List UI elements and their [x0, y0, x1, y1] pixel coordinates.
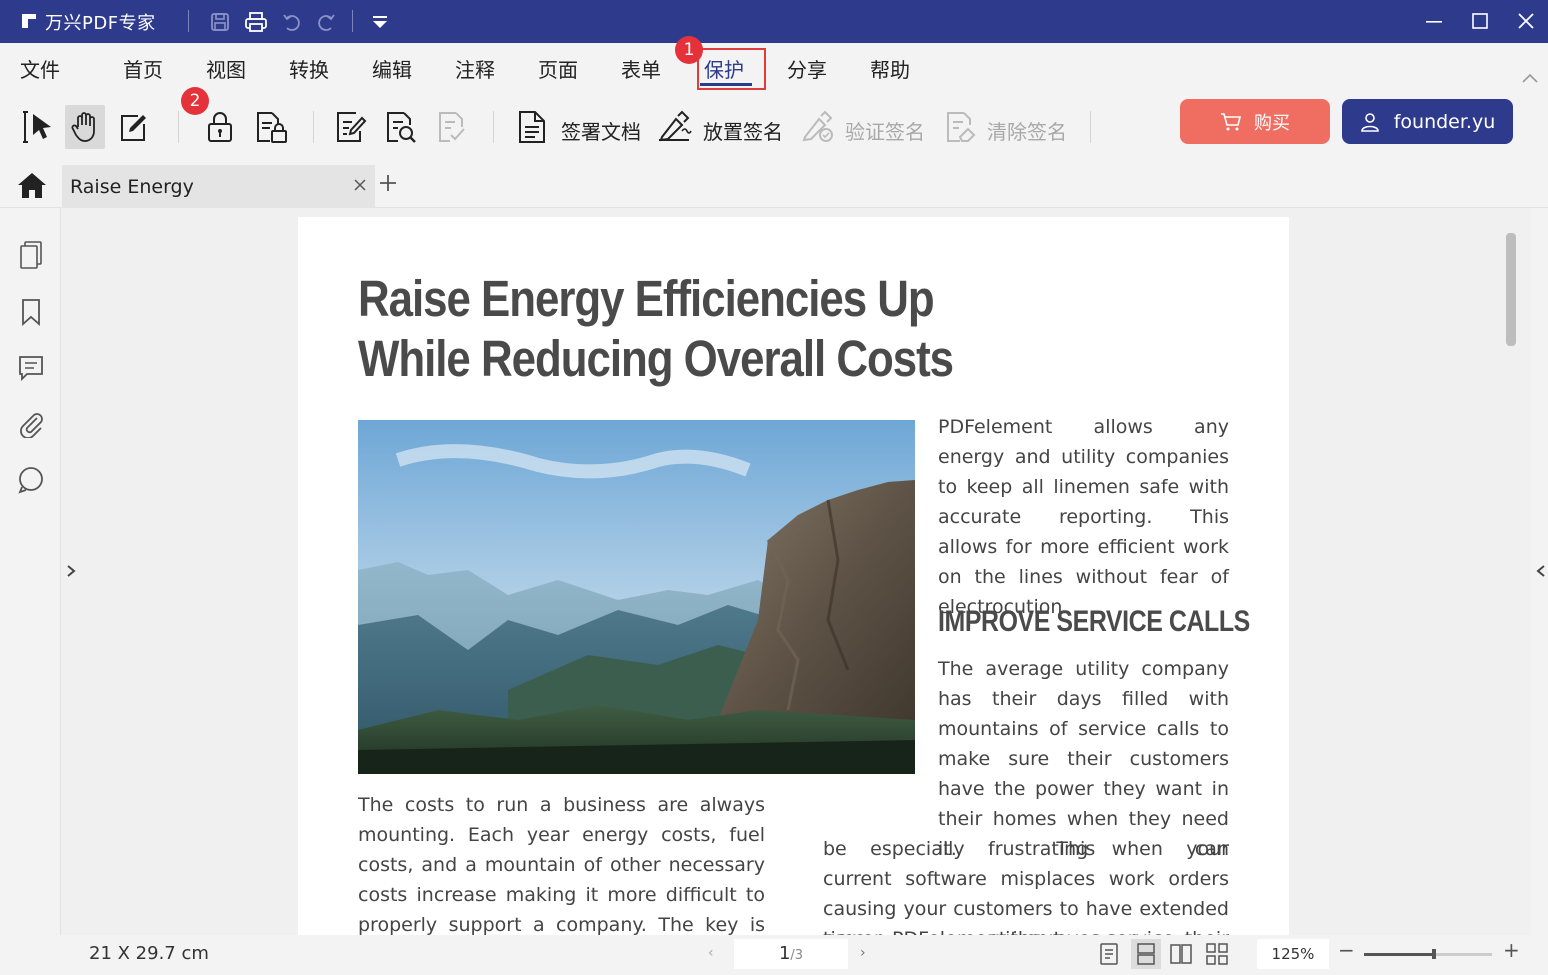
page-size-label: 21 X 29.7 cm — [89, 943, 209, 964]
password-protect-icon[interactable] — [200, 105, 240, 149]
collapse-ribbon-icon[interactable] — [1521, 69, 1539, 88]
zoom-in-button[interactable]: + — [1503, 938, 1520, 962]
prev-page-button[interactable]: ‹ — [708, 945, 714, 961]
close-window-button[interactable] — [1509, 6, 1543, 36]
menu-bar: 文件 首页 视图 转换 编辑 注释 页面 表单 保护 分享 帮助 — [0, 43, 1548, 91]
paragraph-service-calls-end: power. PDFelement improves service — [823, 924, 1229, 935]
zoom-level-input[interactable]: 125% — [1257, 939, 1329, 969]
menu-convert[interactable]: 转换 — [289, 54, 329, 83]
zoom-slider-thumb[interactable] — [1432, 949, 1436, 959]
expand-right-panel-icon[interactable] — [1535, 563, 1547, 583]
status-bar: 21 X 29.7 cm ‹ 1/3 › 125% − + — [0, 935, 1548, 975]
total-pages: /3 — [790, 948, 804, 963]
zoom-out-button[interactable]: − — [1338, 938, 1355, 962]
user-account-button[interactable]: founder.yu — [1342, 99, 1513, 144]
protect-highlight-box — [697, 48, 766, 90]
search-redact-icon[interactable] — [380, 105, 420, 149]
user-name: founder.yu — [1393, 110, 1496, 133]
verify-signature-icon[interactable] — [797, 105, 837, 149]
edit-tool-icon[interactable] — [113, 105, 153, 149]
thumbnails-icon[interactable] — [16, 240, 46, 270]
redact-icon[interactable] — [330, 105, 370, 149]
paragraph-intro: PDFelement allows any energy and utility… — [938, 416, 1229, 618]
app-logo-icon — [22, 14, 36, 28]
menu-page[interactable]: 页面 — [538, 54, 578, 83]
title-bar: 万兴PDF专家 — [0, 0, 1548, 43]
sign-document-icon[interactable] — [512, 105, 552, 149]
paragraph-costs: The costs to run a business are always m… — [358, 794, 765, 935]
undo-icon[interactable] — [278, 8, 306, 36]
mountain-photo — [358, 420, 915, 774]
minimize-button[interactable] — [1417, 6, 1451, 36]
menu-form[interactable]: 表单 — [621, 54, 661, 83]
title-divider — [352, 10, 353, 32]
apply-redaction-icon[interactable] — [432, 105, 472, 149]
menu-home[interactable]: 首页 — [123, 54, 163, 83]
toolbar-divider — [493, 111, 494, 143]
document-tab-label: Raise Energy — [70, 176, 194, 198]
bookmark-icon[interactable] — [16, 297, 46, 327]
menu-annotate[interactable]: 注释 — [455, 54, 495, 83]
single-page-view-icon[interactable] — [1094, 939, 1124, 969]
clear-signature-label[interactable]: 清除签名 — [987, 116, 1067, 145]
sign-document-label[interactable]: 签署文档 — [561, 116, 641, 145]
paragraph-service-calls: The average utility company has their da… — [938, 658, 1229, 860]
place-signature-icon[interactable] — [654, 105, 694, 149]
toolbar-divider — [313, 111, 314, 143]
select-tool-icon[interactable] — [18, 105, 58, 149]
app-title: 万兴PDF专家 — [45, 13, 156, 34]
pdf-page: Raise Energy Efficiencies Up While Reduc… — [298, 217, 1289, 935]
place-signature-label[interactable]: 放置签名 — [703, 116, 783, 145]
paragraph-service-calls-cont: be especially frustrating when your curr… — [823, 838, 1229, 935]
continuous-view-icon[interactable] — [1131, 939, 1161, 969]
search-panel-icon[interactable] — [16, 465, 46, 495]
title-divider — [188, 10, 189, 32]
menu-share[interactable]: 分享 — [787, 54, 827, 83]
tab-bar: Raise Energy — [0, 163, 1548, 208]
attachment-icon[interactable] — [16, 409, 46, 439]
add-tab-icon[interactable] — [378, 173, 398, 197]
toolbar-divider — [1090, 111, 1091, 143]
step-badge-1: 1 — [675, 36, 703, 64]
two-page-view-icon[interactable] — [1166, 939, 1196, 969]
menu-view[interactable]: 视图 — [206, 54, 246, 83]
cart-icon — [1221, 112, 1242, 130]
buy-button-label: 购买 — [1254, 112, 1290, 134]
current-page: 1 — [778, 943, 791, 964]
customize-dropdown-icon[interactable] — [366, 8, 394, 36]
section-heading: IMPROVE SERVICE CALLS — [938, 605, 1250, 638]
document-viewport: Raise Energy Efficiencies Up While Reduc… — [61, 208, 1531, 935]
toolbar-divider — [178, 111, 179, 143]
step-badge-2: 2 — [181, 87, 209, 115]
close-tab-icon[interactable] — [353, 177, 367, 196]
home-icon[interactable] — [16, 171, 48, 203]
verify-signature-label[interactable]: 验证签名 — [845, 116, 925, 145]
scrollbar-thumb[interactable] — [1506, 233, 1516, 346]
menu-edit[interactable]: 编辑 — [372, 54, 412, 83]
maximize-button[interactable] — [1463, 6, 1497, 36]
permission-icon[interactable] — [250, 105, 290, 149]
left-sidebar — [0, 208, 61, 935]
document-tab[interactable]: Raise Energy — [62, 165, 375, 208]
buy-button[interactable]: 购买 — [1180, 99, 1330, 144]
save-icon[interactable] — [206, 8, 234, 36]
print-icon[interactable] — [242, 8, 270, 36]
clear-signature-icon[interactable] — [940, 105, 980, 149]
next-page-button[interactable]: › — [860, 945, 866, 961]
comments-icon[interactable] — [16, 353, 46, 383]
toolbar: 签署文档 放置签名 验证签名 清除签名 购买 founder.yu — [0, 91, 1548, 163]
menu-file[interactable]: 文件 — [20, 54, 60, 83]
hand-tool-icon[interactable] — [65, 105, 105, 149]
user-icon — [1360, 112, 1379, 132]
grid-view-icon[interactable] — [1202, 939, 1232, 969]
redo-icon[interactable] — [312, 8, 340, 36]
menu-help[interactable]: 帮助 — [870, 54, 910, 83]
expand-sidebar-icon[interactable] — [65, 563, 77, 583]
zoom-slider-fill — [1364, 953, 1434, 956]
page-number-input[interactable]: 1/3 — [734, 939, 848, 969]
document-title: Raise Energy Efficiencies Up While Reduc… — [358, 270, 954, 387]
